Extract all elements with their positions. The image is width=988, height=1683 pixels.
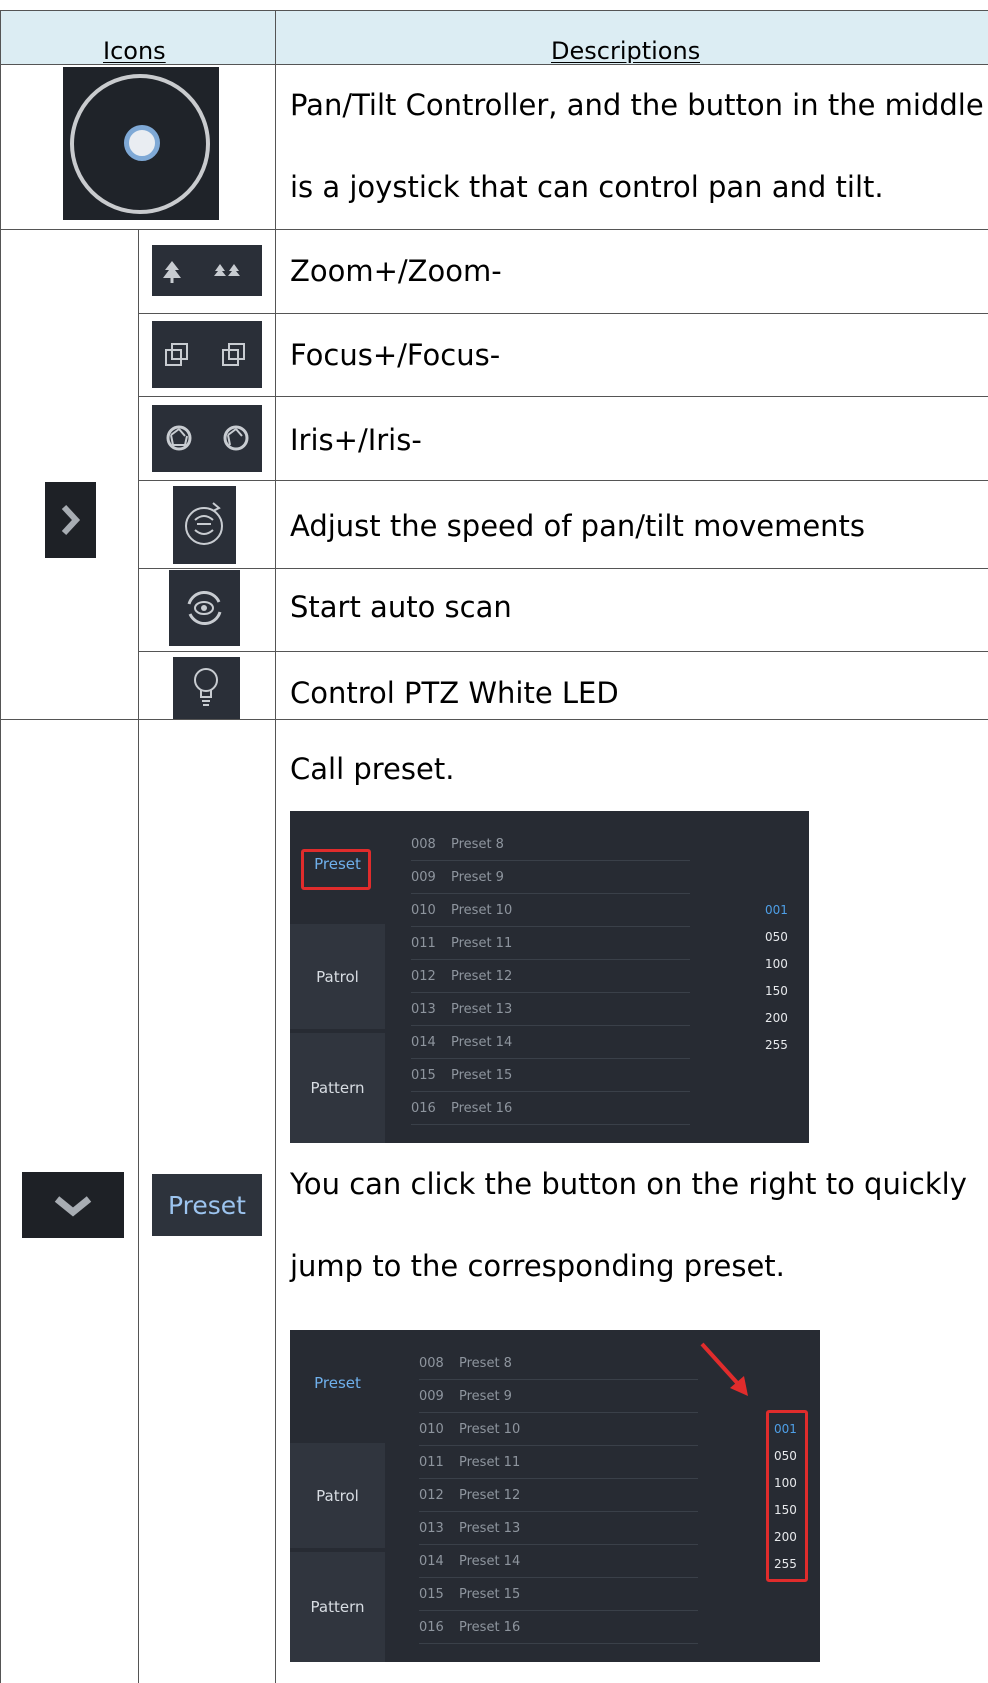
iris-icon[interactable] (152, 405, 262, 472)
list-item[interactable]: 008 Preset 8 (419, 1347, 698, 1380)
list-item[interactable]: 015 Preset 15 (419, 1578, 698, 1611)
preset-tab-highlight (301, 849, 371, 890)
iris-desc: Iris+/Iris- (290, 423, 422, 457)
speed-icon[interactable] (173, 486, 236, 564)
jump-button[interactable]: 150 (774, 1503, 797, 1517)
list-item[interactable]: 010 Preset 10 (419, 1413, 698, 1446)
list-item[interactable]: 016 Preset 16 (411, 1092, 690, 1125)
zoom-icon[interactable] (152, 245, 262, 296)
tab-patrol[interactable]: Patrol (290, 1443, 385, 1548)
zoom-desc: Zoom+/Zoom- (290, 254, 502, 288)
scan-desc: Start auto scan (290, 590, 512, 624)
pan-tilt-desc-1: Pan/Tilt Controller, and the button in t… (290, 88, 984, 122)
list-item[interactable]: 012 Preset 12 (419, 1479, 698, 1512)
jump-button[interactable]: 200 (774, 1530, 797, 1544)
focus-desc: Focus+/Focus- (290, 338, 501, 372)
led-desc: Control PTZ White LED (290, 676, 619, 710)
tab-patrol[interactable]: Patrol (290, 924, 385, 1029)
pan-tilt-desc-2: is a joystick that can control pan and t… (290, 170, 884, 204)
jump-button[interactable]: 255 (774, 1557, 797, 1571)
list-item[interactable]: 009 Preset 9 (411, 861, 690, 894)
chevron-down-icon[interactable] (22, 1172, 124, 1238)
preset-panel-screenshot-2: Preset Patrol Pattern 008 Preset 8 009 Pre… (290, 1330, 820, 1662)
jump-button[interactable]: 200 (765, 1011, 788, 1025)
focus-icon[interactable] (152, 321, 262, 388)
tab-preset[interactable]: Preset (290, 1350, 385, 1415)
list-item[interactable]: 012 Preset 12 (411, 960, 690, 993)
tab-pattern[interactable]: Pattern (290, 1552, 385, 1662)
tab-pattern[interactable]: Pattern (290, 1033, 385, 1143)
jump-desc-2: jump to the corresponding preset. (290, 1249, 785, 1283)
list-item[interactable]: 015 Preset 15 (411, 1059, 690, 1092)
red-arrow-icon (700, 1342, 748, 1396)
preset-button[interactable]: Preset (152, 1174, 262, 1236)
call-preset-text: Call preset. (290, 752, 455, 786)
jump-button[interactable]: 100 (765, 957, 788, 971)
list-item[interactable]: 014 Preset 14 (411, 1026, 690, 1059)
list-item[interactable]: 008 Preset 8 (411, 828, 690, 861)
jump-button[interactable]: 050 (765, 930, 788, 944)
list-item[interactable]: 009 Preset 9 (419, 1380, 698, 1413)
list-item[interactable]: 014 Preset 14 (419, 1545, 698, 1578)
jump-button[interactable]: 001 (774, 1422, 797, 1436)
list-item[interactable]: 011 Preset 11 (419, 1446, 698, 1479)
list-item[interactable]: 013 Preset 13 (411, 993, 690, 1026)
list-item[interactable]: 016 Preset 16 (419, 1611, 698, 1644)
jump-button[interactable]: 255 (765, 1038, 788, 1052)
list-item[interactable]: 011 Preset 11 (411, 927, 690, 960)
jump-button[interactable]: 150 (765, 984, 788, 998)
jump-desc-1: You can click the button on the right to… (290, 1167, 967, 1201)
jump-button[interactable]: 100 (774, 1476, 797, 1490)
joystick-icon[interactable] (63, 67, 219, 220)
speed-desc: Adjust the speed of pan/tilt movements (290, 509, 866, 543)
jump-button[interactable]: 001 (765, 903, 788, 917)
light-bulb-icon[interactable] (173, 657, 240, 719)
list-item[interactable]: 013 Preset 13 (419, 1512, 698, 1545)
auto-scan-icon[interactable] (169, 570, 240, 646)
preset-panel-screenshot-1: Preset Patrol Pattern 008 Preset 8 009 Pre… (290, 811, 809, 1143)
jump-button[interactable]: 050 (774, 1449, 797, 1463)
chevron-right-icon[interactable] (45, 482, 96, 558)
list-item[interactable]: 010 Preset 10 (411, 894, 690, 927)
